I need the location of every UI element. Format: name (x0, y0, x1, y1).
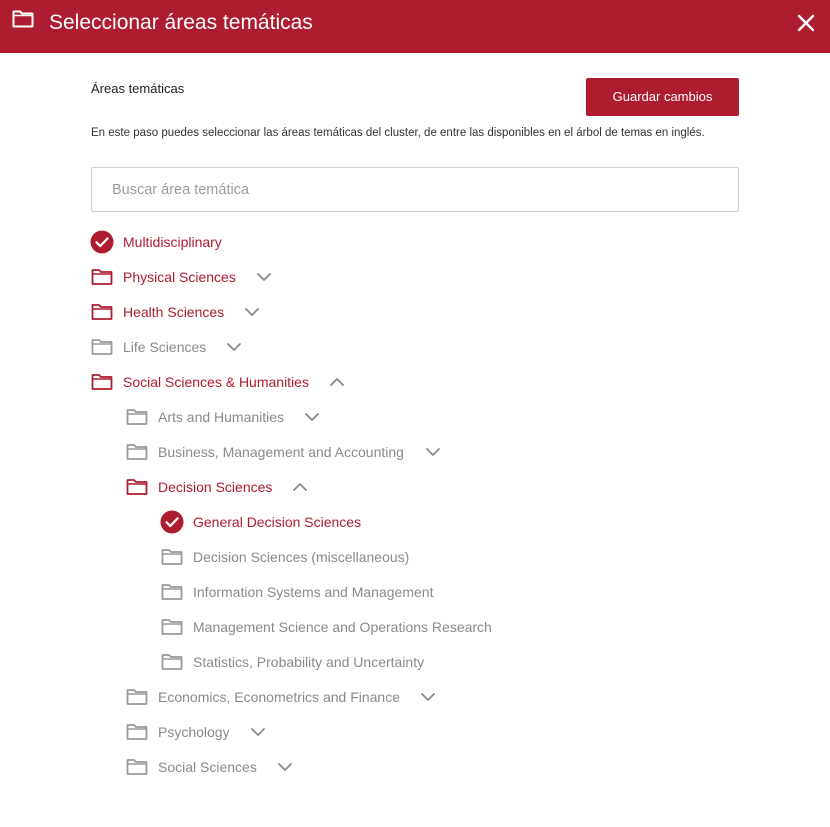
tree-item-health-sciences[interactable]: Health Sciences (90, 300, 650, 324)
tree-item-label: Economics, Econometrics and Finance (158, 689, 400, 705)
tree-item-physical-sciences[interactable]: Physical Sciences (90, 265, 650, 289)
chevron-up-icon[interactable] (329, 375, 345, 389)
tree-item-business-management-and-accounting[interactable]: Business, Management and Accounting (125, 440, 685, 464)
tree-item-label: Arts and Humanities (158, 409, 285, 425)
tree-item-decision-sciences-miscellaneous[interactable]: Decision Sciences (miscellaneous) (160, 545, 720, 569)
tree-item-arts-and-humanities[interactable]: Arts and Humanities (125, 405, 685, 429)
dialog-title: Seleccionar áreas temáticas (49, 11, 313, 34)
folder-icon (91, 339, 113, 355)
tree-item-label: Statistics, Probability and Uncertainty (193, 654, 425, 670)
tree-item-general-decision-sciences[interactable]: General Decision Sciences (160, 510, 720, 534)
chevron-down-icon[interactable] (256, 270, 272, 284)
folder-icon (161, 654, 183, 670)
tree-item-management-science-and-operations-research[interactable]: Management Science and Operations Resear… (160, 615, 720, 639)
tree-item-label: Health Sciences (123, 304, 225, 320)
chevron-down-icon[interactable] (244, 305, 260, 319)
tree-item-multidisciplinary[interactable]: Multidisciplinary (90, 230, 650, 254)
tree-item-label: Decision Sciences (miscellaneous) (193, 549, 410, 565)
tree-item-label: Physical Sciences (123, 269, 236, 285)
chevron-down-icon[interactable] (277, 760, 293, 774)
check-circle-icon (160, 510, 184, 534)
tree-item-social-sciences-humanities[interactable]: Social Sciences & Humanities (90, 370, 650, 394)
close-icon[interactable] (796, 13, 816, 33)
tree-item-label: Business, Management and Accounting (158, 444, 404, 460)
tree-item-label: Life Sciences (123, 339, 207, 355)
chevron-down-icon[interactable] (226, 340, 242, 354)
dialog-header: Seleccionar áreas temáticas (0, 0, 830, 53)
folder-icon (126, 444, 148, 460)
tree-item-label: General Decision Sciences (193, 514, 362, 530)
folder-icon (161, 619, 183, 635)
tree-item-psychology[interactable]: Psychology (125, 720, 685, 744)
folder-icon (126, 409, 148, 425)
tree-item-label: Multidisciplinary (123, 234, 222, 250)
folder-icon (91, 304, 113, 320)
tree-item-label: Management Science and Operations Resear… (193, 619, 492, 635)
check-circle-icon (90, 230, 114, 254)
tree-item-social-sciences[interactable]: Social Sciences (125, 755, 685, 779)
section-title: Áreas temáticas (91, 81, 185, 96)
folder-icon (126, 724, 148, 740)
tree-item-statistics-probability-and-uncertainty[interactable]: Statistics, Probability and Uncertainty (160, 650, 720, 674)
folder-icon (126, 759, 148, 775)
description-text: En este paso puedes seleccionar las área… (91, 127, 705, 139)
subject-tree: Multidisciplinary Physical Sciences Health… (0, 0, 830, 827)
folder-icon (126, 479, 148, 495)
chevron-down-icon[interactable] (425, 445, 441, 459)
tree-item-life-sciences[interactable]: Life Sciences (90, 335, 650, 359)
tree-item-information-systems-and-management[interactable]: Information Systems and Management (160, 580, 720, 604)
chevron-down-icon[interactable] (250, 725, 266, 739)
folder-icon (161, 584, 183, 600)
tree-item-decision-sciences[interactable]: Decision Sciences (125, 475, 685, 499)
chevron-down-icon[interactable] (304, 410, 320, 424)
tree-item-label: Social Sciences & Humanities (123, 374, 309, 390)
tree-item-label: Information Systems and Management (193, 584, 434, 600)
tree-item-label: Psychology (158, 724, 230, 740)
chevron-up-icon[interactable] (292, 480, 308, 494)
tree-item-label: Decision Sciences (158, 479, 273, 495)
chevron-down-icon[interactable] (420, 690, 436, 704)
tree-item-economics-econometrics-and-finance[interactable]: Economics, Econometrics and Finance (125, 685, 685, 709)
folder-icon (126, 689, 148, 705)
folder-icon (12, 10, 34, 28)
folder-icon (91, 374, 113, 390)
tree-item-label: Social Sciences (158, 759, 257, 775)
save-changes-button[interactable]: Guardar cambios (586, 78, 739, 116)
search-input[interactable] (91, 167, 739, 212)
folder-icon (91, 269, 113, 285)
folder-icon (161, 549, 183, 565)
